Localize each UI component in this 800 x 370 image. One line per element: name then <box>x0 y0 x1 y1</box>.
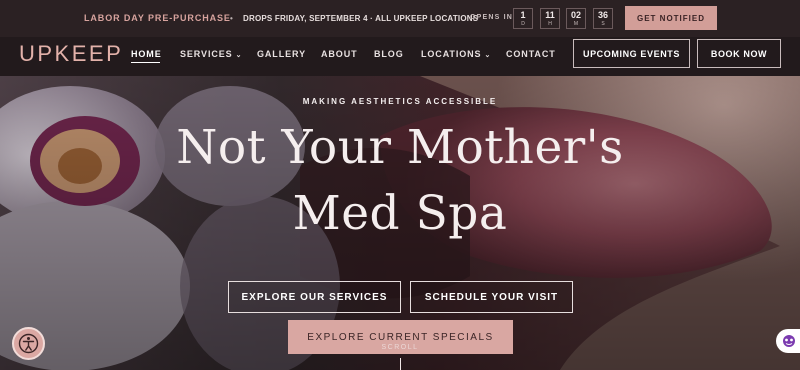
countdown-seconds: 36 S <box>593 8 613 29</box>
opens-in-label: OPENS IN <box>470 14 514 21</box>
countdown-days: 1 D <box>513 8 533 29</box>
book-now-button[interactable]: BOOK NOW <box>697 39 781 68</box>
nav-item-home[interactable]: HOME <box>131 49 162 59</box>
nav-item-services[interactable]: SERVICES ⌄ <box>180 49 242 59</box>
logo[interactable]: UPKEEP <box>19 41 123 67</box>
chat-icon <box>783 335 795 347</box>
countdown-minutes: 02 M <box>566 8 586 29</box>
nav-item-locations[interactable]: LOCATIONS ⌄ <box>421 49 491 59</box>
active-nav-underline <box>131 62 160 63</box>
hero-eyebrow: MAKING AESTHETICS ACCESSIBLE <box>302 97 498 106</box>
explore-services-button[interactable]: EXPLORE OUR SERVICES <box>228 281 401 313</box>
accessibility-button[interactable] <box>12 327 45 360</box>
main-navigation: UPKEEP HOME SERVICES ⌄ GALLERY ABOUT BLOG… <box>0 37 800 76</box>
chat-widget-button[interactable] <box>776 329 800 353</box>
nav-item-gallery[interactable]: GALLERY <box>257 49 306 59</box>
scroll-indicator-label: SCROLL <box>381 344 419 351</box>
scroll-indicator-line <box>400 358 401 370</box>
promo-drop-text: DROPS FRIDAY, SEPTEMBER 4 · ALL UPKEEP L… <box>243 14 479 23</box>
promo-title: LABOR DAY PRE-PURCHASE <box>84 13 231 23</box>
nav-item-about[interactable]: ABOUT <box>321 49 358 59</box>
accessibility-icon <box>18 333 39 354</box>
countdown-hours: 11 H <box>540 8 560 29</box>
get-notified-button[interactable]: GET NOTIFIED <box>625 6 717 30</box>
nav-item-contact[interactable]: CONTACT <box>506 49 556 59</box>
chevron-down-icon: ⌄ <box>235 52 243 59</box>
hero-title-line-1: Not Your Mother's <box>176 120 624 175</box>
schedule-visit-button[interactable]: SCHEDULE YOUR VISIT <box>410 281 573 313</box>
upcoming-events-button[interactable]: UPCOMING EVENTS <box>573 39 690 68</box>
nav-item-blog[interactable]: BLOG <box>374 49 404 59</box>
chevron-down-icon: ⌄ <box>484 52 492 59</box>
hero-title-line-2: Med Spa <box>292 186 508 241</box>
promo-separator: • <box>230 14 234 23</box>
announcement-bar: LABOR DAY PRE-PURCHASE • DROPS FRIDAY, S… <box>0 0 800 38</box>
hero-section: MAKING AESTHETICS ACCESSIBLE Not Your Mo… <box>0 76 800 370</box>
